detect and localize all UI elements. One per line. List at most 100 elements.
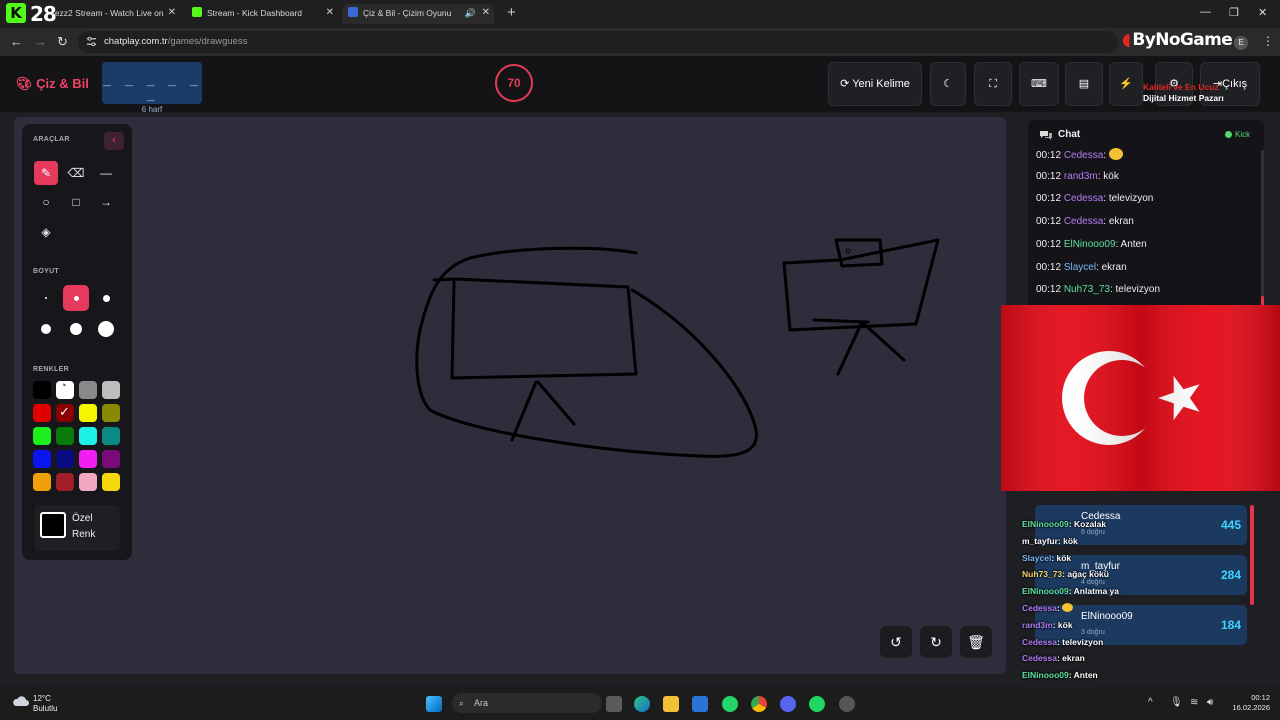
- color-swatch[interactable]: [79, 450, 97, 468]
- taskbar-search[interactable]: ⌕ Ara: [452, 693, 602, 713]
- color-swatch[interactable]: [79, 404, 97, 422]
- arrow-tool[interactable]: →: [94, 190, 118, 214]
- player-correct-count: 4 doğru: [1081, 579, 1105, 586]
- color-swatch[interactable]: [79, 381, 97, 399]
- chat-user[interactable]: ElNinooo09: [1064, 239, 1116, 250]
- outlook-icon[interactable]: [692, 696, 708, 712]
- new-tab-button[interactable]: +: [507, 4, 516, 21]
- color-swatch[interactable]: [33, 381, 51, 399]
- system-clock[interactable]: 00:12 16.02.2026: [1226, 693, 1270, 713]
- color-swatch[interactable]: [102, 473, 120, 491]
- custom-color-button[interactable]: Özel Renk: [34, 505, 120, 551]
- size-xl[interactable]: [63, 316, 89, 342]
- bolt-button[interactable]: ⚡: [1109, 62, 1143, 106]
- tab-kick-stream[interactable]: rezz2 Stream - Watch Live on ✕: [52, 4, 176, 24]
- tab-ciz-bil[interactable]: Çiz & Bil - Çizim Oyunu 🔊 ✕: [342, 4, 494, 24]
- forward-icon[interactable]: →: [34, 34, 47, 49]
- undo-button[interactable]: ↺: [880, 626, 912, 658]
- color-swatch[interactable]: ◔: [56, 380, 74, 399]
- line-tool[interactable]: —: [94, 161, 118, 185]
- restore-icon[interactable]: ❐: [1229, 6, 1239, 19]
- chat-user[interactable]: Cedessa: [1064, 216, 1103, 227]
- tool-panel: ARAÇLAR ‹ ✎ ⌫ — ○ □ → ◈ BOYUT RENKLER ◔ ✓…: [22, 124, 132, 560]
- color-swatch[interactable]: [56, 427, 74, 445]
- archive-button[interactable]: ▤: [1065, 62, 1103, 106]
- tray-chevron-icon[interactable]: ^: [1148, 697, 1153, 708]
- bynogame-ad[interactable]: Kaliteli ve En Ucuz Dijital Hizmet Pazar…: [1143, 82, 1224, 104]
- site-info-icon[interactable]: [86, 36, 97, 47]
- reload-icon[interactable]: ↻: [57, 34, 68, 50]
- chat-user[interactable]: Slaycel: [1064, 262, 1096, 273]
- fill-tool[interactable]: ◈: [34, 220, 58, 244]
- discord-icon[interactable]: [780, 696, 796, 712]
- chat-user[interactable]: Cedessa: [1064, 193, 1103, 204]
- color-swatch[interactable]: [102, 404, 120, 422]
- close-icon[interactable]: ✕: [168, 4, 176, 22]
- keyboard-button[interactable]: ⌨: [1019, 62, 1059, 106]
- color-swatch[interactable]: ✓: [56, 404, 74, 422]
- file-explorer-icon[interactable]: [663, 696, 679, 712]
- color-swatch[interactable]: [33, 473, 51, 491]
- microphone-icon[interactable]: 🎙︎: [1170, 697, 1183, 708]
- chrome-icon[interactable]: [751, 696, 767, 712]
- minimize-icon[interactable]: —: [1200, 6, 1211, 18]
- circle-tool[interactable]: ○: [34, 190, 58, 214]
- pencil-tool[interactable]: ✎: [34, 161, 58, 185]
- tab-kick-dashboard[interactable]: Stream - Kick Dashboard ✕: [192, 4, 334, 24]
- color-swatch[interactable]: [56, 473, 74, 491]
- theme-toggle-button[interactable]: ☾: [930, 62, 966, 106]
- fullscreen-button[interactable]: ⛶: [974, 62, 1012, 106]
- color-swatch[interactable]: [33, 404, 51, 422]
- rectangle-tool[interactable]: □: [64, 190, 88, 214]
- audio-icon[interactable]: 🔊: [465, 4, 476, 22]
- eraser-tool[interactable]: ⌫: [64, 161, 88, 185]
- back-icon[interactable]: ←: [10, 34, 23, 49]
- size-xxl[interactable]: [93, 316, 119, 342]
- weather-widget[interactable]: 12°C Bulutlu: [33, 694, 57, 714]
- profile-avatar[interactable]: E: [1234, 36, 1248, 50]
- chat-user[interactable]: Cedessa: [1064, 150, 1103, 161]
- spotify-icon[interactable]: [809, 696, 825, 712]
- undo-icon: ↺: [890, 634, 902, 650]
- drawing-canvas[interactable]: [14, 117, 1006, 674]
- menu-kebab-icon[interactable]: ⋮: [1262, 34, 1274, 48]
- close-icon[interactable]: ✕: [326, 4, 334, 22]
- color-swatch[interactable]: [102, 381, 120, 399]
- color-swatch[interactable]: [56, 450, 74, 468]
- leaderboard-scrollbar[interactable]: [1250, 505, 1254, 605]
- volume-icon[interactable]: 🔊︎: [1207, 697, 1213, 708]
- close-window-icon[interactable]: ✕: [1258, 6, 1267, 19]
- new-word-button[interactable]: ⟳ Yeni Kelime: [828, 62, 922, 106]
- chat-text: ekran: [1108, 216, 1134, 228]
- edge-icon[interactable]: [634, 696, 650, 712]
- color-swatch[interactable]: [79, 473, 97, 491]
- chat-user[interactable]: Nuh73_73: [1064, 284, 1110, 295]
- chat-platform: Kick: [1235, 130, 1251, 139]
- wifi-icon[interactable]: ≋: [1190, 697, 1198, 708]
- url-field[interactable]: chatplay.com.tr/games/drawguess: [78, 31, 1118, 53]
- whatsapp-icon[interactable]: [722, 696, 738, 712]
- size-s[interactable]: [63, 285, 89, 311]
- chat-message: 00:12 Nuh73_73: televizyon: [1036, 284, 1160, 296]
- windows-start-icon[interactable]: [426, 696, 442, 712]
- refresh-icon: ⟳: [840, 78, 850, 90]
- size-l[interactable]: [33, 316, 59, 342]
- redo-button[interactable]: ↻: [920, 626, 952, 658]
- task-view-icon[interactable]: [606, 696, 622, 712]
- color-swatch[interactable]: [79, 427, 97, 445]
- clear-canvas-button[interactable]: 🗑︎: [960, 626, 992, 658]
- color-swatch[interactable]: [102, 427, 120, 445]
- color-swatch[interactable]: [33, 450, 51, 468]
- app-logo[interactable]: 🎨︎ Çiz & Bil: [16, 76, 89, 92]
- sketch-dot: [845, 248, 851, 254]
- app-icon[interactable]: [839, 696, 855, 712]
- size-xs[interactable]: [33, 285, 59, 311]
- color-swatch[interactable]: [33, 427, 51, 445]
- chat-user[interactable]: rand3m: [1064, 171, 1098, 182]
- close-icon[interactable]: ✕: [482, 4, 490, 22]
- size-m[interactable]: [93, 285, 119, 311]
- chat-scrollbar[interactable]: [1261, 150, 1264, 306]
- bynogame-logo[interactable]: ◖ ByNoGame: [1122, 30, 1233, 50]
- collapse-panel-button[interactable]: ‹: [104, 132, 124, 150]
- color-swatch[interactable]: [102, 450, 120, 468]
